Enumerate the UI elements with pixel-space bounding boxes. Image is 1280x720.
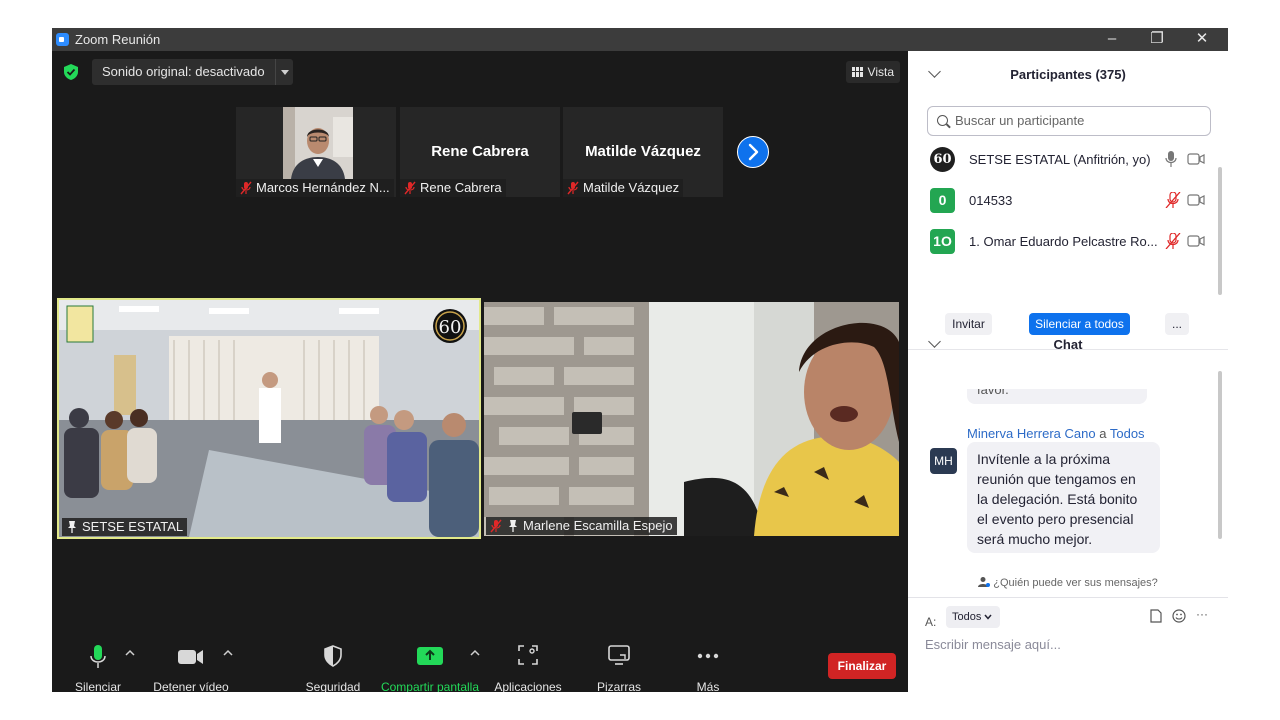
- mute-button[interactable]: Silenciar: [68, 637, 128, 692]
- participant-video[interactable]: Marlene Escamilla Espejo: [484, 302, 899, 536]
- conference-room-video: 60: [59, 300, 479, 537]
- participant-video-feed: [484, 302, 899, 536]
- video-camera-icon[interactable]: [1187, 235, 1205, 247]
- search-icon: [937, 115, 948, 126]
- encryption-shield-icon[interactable]: [64, 64, 78, 80]
- person-icon: [978, 577, 991, 587]
- participant-avatar: 60: [930, 147, 955, 172]
- who-can-see-messages-link[interactable]: ¿Quién puede ver sus mensajes?: [908, 576, 1228, 589]
- chevron-up-icon[interactable]: [223, 649, 233, 657]
- invite-button[interactable]: Invitar: [945, 313, 992, 335]
- chat-scrollbar[interactable]: [1218, 371, 1222, 539]
- microphone-icon: [90, 645, 106, 668]
- participant-tile[interactable]: Marcos Hernández N...: [236, 107, 396, 197]
- zoom-logo-icon: [56, 33, 69, 46]
- chat-more-button[interactable]: ···: [1196, 607, 1208, 621]
- participant-avatar: 0: [930, 188, 955, 213]
- participant-row[interactable]: 0 014533: [908, 182, 1220, 220]
- emoji-icon[interactable]: [1172, 609, 1186, 623]
- participant-tile[interactable]: Matilde Vázquez Matilde Vázquez: [563, 107, 723, 197]
- side-panel: Participantes (375) Buscar un participan…: [908, 51, 1228, 692]
- file-icon[interactable]: [1150, 609, 1162, 623]
- participant-name-label: Rene Cabrera: [400, 179, 506, 197]
- participant-name-label: Marcos Hernández N...: [236, 179, 394, 197]
- recipient-dropdown[interactable]: Todos: [946, 606, 1001, 628]
- video-camera-icon[interactable]: [1187, 153, 1205, 165]
- chevron-right-icon: [748, 143, 759, 161]
- chat-header: Chat: [1053, 337, 1083, 352]
- participant-name-label: Matilde Vázquez: [563, 179, 684, 197]
- recipient-label: A:: [925, 615, 937, 629]
- zoom-window: Zoom Reunión – ❐ ✕ Sonido original: desa…: [52, 28, 1228, 692]
- original-sound-label: Sonido original: desactivado: [102, 64, 265, 79]
- title-bar: Zoom Reunión – ❐ ✕: [52, 28, 1228, 51]
- view-label: Vista: [867, 65, 894, 79]
- chevron-down-icon[interactable]: [274, 59, 293, 85]
- share-screen-icon: [417, 647, 443, 665]
- participant-row[interactable]: 60 SETSE ESTATAL (Anfitrión, yo): [908, 141, 1220, 179]
- next-page-button[interactable]: [737, 136, 769, 168]
- chat-input-divider: [908, 597, 1228, 598]
- grid-icon: [851, 67, 863, 77]
- share-screen-button[interactable]: Compartir pantalla: [378, 637, 482, 692]
- mute-all-button[interactable]: Silenciar a todos: [1029, 313, 1130, 335]
- participant-avatar: 1O: [930, 229, 955, 254]
- sender-avatar: MH: [930, 448, 957, 474]
- participant-search-input[interactable]: Buscar un participante: [927, 106, 1211, 136]
- original-sound-button[interactable]: Sonido original: desactivado: [92, 59, 293, 85]
- whiteboards-button[interactable]: Pizarras: [588, 637, 650, 692]
- participant-tile[interactable]: Rene Cabrera Rene Cabrera: [400, 107, 560, 197]
- mic-muted-icon: [567, 181, 579, 195]
- participant-display-name: Rene Cabrera: [431, 143, 529, 160]
- stop-video-button[interactable]: Detener vídeo: [150, 637, 232, 692]
- meeting-toolbar: Silenciar Detener vídeo Seguridad Compar…: [52, 637, 908, 692]
- microphone-icon[interactable]: [1165, 151, 1177, 167]
- view-button[interactable]: Vista: [845, 61, 900, 83]
- pin-icon: [509, 520, 517, 532]
- participant-name-label: SETSE ESTATAL: [62, 518, 188, 536]
- chevron-down-icon: [984, 614, 992, 620]
- mic-muted-icon: [490, 519, 502, 533]
- video-camera-icon: [178, 650, 203, 664]
- chevron-up-icon[interactable]: [470, 649, 480, 657]
- participant-video-thumbnail: [283, 107, 353, 179]
- participant-name-label: Marlene Escamilla Espejo: [486, 517, 677, 535]
- previous-message-bubble: favor.: [967, 389, 1147, 404]
- restore-button[interactable]: ❐: [1134, 28, 1180, 51]
- shield-icon: [324, 645, 342, 667]
- video-camera-icon[interactable]: [1187, 194, 1205, 206]
- apps-button[interactable]: Aplicaciones: [490, 637, 566, 692]
- more-button[interactable]: Más: [678, 637, 738, 692]
- apps-icon: [518, 645, 538, 665]
- more-dots-icon: [697, 653, 719, 659]
- chevron-up-icon[interactable]: [125, 649, 135, 657]
- chat-message-input[interactable]: Escribir mensaje aquí...: [925, 637, 1061, 652]
- mic-muted-icon: [240, 181, 252, 195]
- window-title: Zoom Reunión: [75, 32, 161, 47]
- participant-display-name: Matilde Vázquez: [585, 143, 701, 160]
- close-button[interactable]: ✕: [1179, 28, 1225, 51]
- whiteboard-icon: [608, 645, 630, 665]
- security-button[interactable]: Seguridad: [302, 637, 364, 692]
- active-speaker-video[interactable]: 60 SETSE ESTATAL: [57, 298, 481, 539]
- meeting-area: Sonido original: desactivado Vista Marco…: [52, 51, 908, 692]
- message-sender: Minerva Herrera Cano a Todos: [967, 426, 1145, 441]
- participants-header: Participantes (375): [1010, 67, 1126, 82]
- participants-scrollbar[interactable]: [1218, 167, 1222, 295]
- chat-message-bubble: Invítenle a la próxima reunión que tenga…: [967, 442, 1160, 553]
- pin-icon: [68, 521, 76, 533]
- anniversary-badge: 60: [439, 317, 462, 338]
- mic-muted-icon[interactable]: [1165, 233, 1181, 249]
- mic-muted-icon[interactable]: [1165, 192, 1181, 208]
- end-meeting-button[interactable]: Finalizar: [828, 653, 896, 679]
- minimize-button[interactable]: –: [1089, 28, 1135, 51]
- participants-more-button[interactable]: ...: [1165, 313, 1189, 335]
- mic-muted-icon: [404, 181, 416, 195]
- participant-row[interactable]: 1O 1. Omar Eduardo Pelcastre Ro...: [908, 223, 1220, 261]
